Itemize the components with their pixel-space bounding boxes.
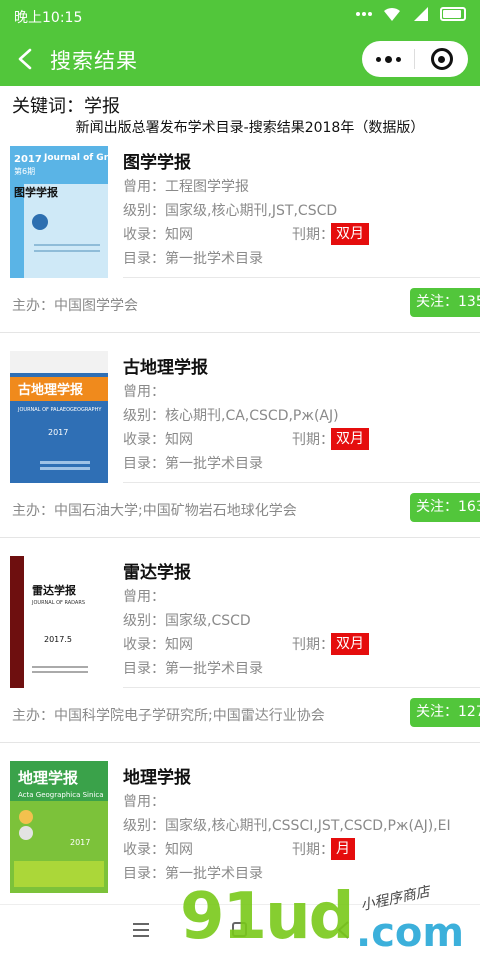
cover-image: 古地理学报 JOURNAL OF PALAEOGEOGRAPHY 2017	[10, 351, 108, 483]
cover-cn-title: 地理学报	[18, 769, 78, 787]
journal-cover[interactable]: 2017 第6期 Journal of Graphics 图学学报	[10, 146, 108, 278]
cover-en-title: Acta Geographica Sinica	[18, 791, 104, 799]
menu-icon[interactable]	[133, 923, 149, 937]
capsule-close-button[interactable]	[415, 41, 468, 77]
journal-cover[interactable]: 地理学报 Acta Geographica Sinica 2017	[10, 761, 108, 893]
cover-cn-title: 图学学报	[14, 185, 59, 199]
battery-icon	[440, 7, 466, 21]
back-nav-icon[interactable]	[334, 919, 354, 941]
journal-level: 级别：国家级,CSCD	[123, 613, 251, 629]
cover-en-title: JOURNAL OF RADARS	[31, 600, 85, 606]
journal-period-badge: 月	[331, 838, 355, 860]
card-divider	[123, 687, 480, 688]
page-title: 搜索结果	[50, 49, 138, 73]
card-separator	[0, 742, 480, 743]
cover-year: 2017	[70, 838, 90, 847]
nav-bar: 搜索结果	[0, 32, 480, 86]
journal-indexed: 收录：知网	[123, 432, 193, 448]
cover-en-title: JOURNAL OF PALAEOGEOGRAPHY	[17, 407, 102, 413]
journal-catalog: 目录：第一批学术目录	[123, 456, 263, 472]
status-bar: 晚上10:15	[0, 0, 480, 32]
journal-card[interactable]: 雷达学报 JOURNAL OF RADARS 2017.5 雷达学报 曾用： 级…	[0, 548, 480, 754]
journal-sponsor: 主办：中国科学院电子学研究所;中国雷达行业协会	[12, 708, 325, 724]
journal-former-name: 曾用：	[123, 384, 165, 400]
signal-icon	[414, 7, 428, 21]
journal-catalog: 目录：第一批学术目录	[123, 251, 263, 267]
journal-catalog: 目录：第一批学术目录	[123, 661, 263, 677]
back-arrow-icon[interactable]	[10, 42, 40, 76]
search-subtitle: 新闻出版总署发布学术目录-搜索结果2018年（数据版）	[75, 120, 425, 136]
miniapp-capsule	[362, 41, 468, 77]
journal-former-name: 曾用：工程图学学报	[123, 179, 249, 195]
journal-period-label: 刊期：	[292, 227, 334, 243]
journal-level: 级别：国家级,核心期刊,JST,CSCD	[123, 203, 338, 219]
cover-image: 2017 第6期 Journal of Graphics 图学学报	[10, 146, 108, 278]
card-separator	[0, 332, 480, 333]
capsule-more-button[interactable]	[362, 41, 414, 77]
card-separator	[0, 537, 480, 538]
journal-level: 级别：核心期刊,CA,CSCD,Рж(AJ)	[123, 408, 339, 424]
more-dots-icon	[356, 12, 372, 16]
dot-icon	[375, 56, 381, 62]
cover-year: 2017	[14, 154, 42, 165]
home-icon[interactable]	[232, 922, 247, 937]
card-divider	[123, 482, 480, 483]
cover-year: 2017	[48, 428, 68, 437]
follow-button[interactable]: 关注：135	[410, 288, 480, 317]
close-target-icon	[430, 48, 453, 70]
journal-period-badge: 双月	[331, 223, 369, 245]
journal-name[interactable]: 地理学报	[123, 763, 191, 788]
search-keyword: 关键词：学报	[12, 96, 120, 117]
status-time: 晚上10:15	[14, 10, 83, 26]
cover-cn-title: 古地理学报	[18, 382, 84, 398]
journal-catalog: 目录：第一批学术目录	[123, 866, 263, 882]
journal-period-badge: 双月	[331, 633, 369, 655]
card-divider	[123, 277, 480, 278]
follow-button[interactable]: 关注：127	[410, 698, 480, 727]
cover-image: 地理学报 Acta Geographica Sinica 2017	[10, 761, 108, 893]
journal-card[interactable]: 古地理学报 JOURNAL OF PALAEOGEOGRAPHY 2017 古地…	[0, 343, 480, 549]
journal-sponsor: 主办：中国石油大学;中国矿物岩石地球化学会	[12, 503, 297, 519]
cover-en-title: Journal of Graphics	[43, 153, 108, 163]
journal-indexed: 收录：知网	[123, 637, 193, 653]
system-nav-bar	[0, 904, 480, 960]
journal-cover[interactable]: 雷达学报 JOURNAL OF RADARS 2017.5	[10, 556, 108, 688]
journal-name[interactable]: 雷达学报	[123, 558, 191, 583]
journal-name[interactable]: 古地理学报	[123, 353, 208, 378]
journal-former-name: 曾用：	[123, 589, 165, 605]
journal-sponsor: 主办：中国图学学会	[12, 298, 138, 314]
wifi-icon	[384, 7, 400, 21]
status-icons	[356, 6, 466, 22]
journal-period-label: 刊期：	[292, 637, 334, 653]
journal-name[interactable]: 图学学报	[123, 148, 191, 173]
journal-level: 级别：国家级,核心期刊,CSSCI,JST,CSCD,Рж(AJ),EI	[123, 818, 451, 834]
journal-indexed: 收录：知网	[123, 227, 193, 243]
cover-image: 雷达学报 JOURNAL OF RADARS 2017.5	[10, 556, 108, 688]
cover-year: 2017.5	[44, 635, 72, 644]
cover-cn-title: 雷达学报	[32, 583, 77, 597]
journal-period-label: 刊期：	[292, 842, 334, 858]
dot-icon	[384, 55, 392, 63]
journal-former-name: 曾用：	[123, 794, 165, 810]
journal-period-badge: 双月	[331, 428, 369, 450]
journal-indexed: 收录：知网	[123, 842, 193, 858]
journal-period-label: 刊期：	[292, 432, 334, 448]
dot-icon	[395, 56, 401, 62]
journal-card[interactable]: 2017 第6期 Journal of Graphics 图学学报 图学学报 曾…	[0, 138, 480, 344]
journal-cover[interactable]: 古地理学报 JOURNAL OF PALAEOGEOGRAPHY 2017	[10, 351, 108, 483]
follow-button[interactable]: 关注：163	[410, 493, 480, 522]
cover-issue: 第6期	[14, 166, 35, 176]
